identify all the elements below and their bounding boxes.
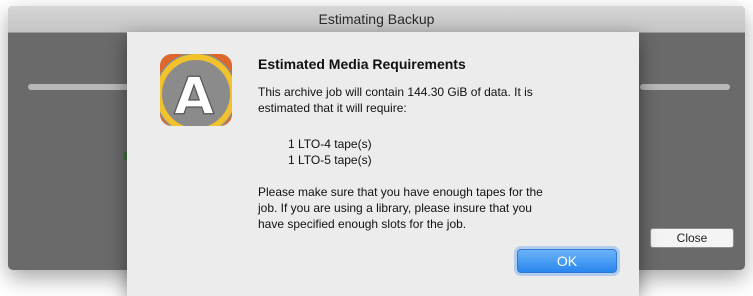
message-line-2: estimated that it will require: (258, 101, 407, 115)
app-icon-letter: A (174, 67, 214, 126)
media-requirements-dialog: A Estimated Media Requirements This arch… (127, 32, 639, 296)
app-icon: A (160, 54, 232, 126)
advice-line-3: have specified enough slots for the job. (258, 217, 467, 231)
window-titlebar[interactable]: Estimating Backup (8, 6, 745, 33)
tape-list: 1 LTO-4 tape(s) 1 LTO-5 tape(s) (288, 136, 372, 168)
progress-bar-left (28, 84, 138, 90)
ok-button[interactable]: OK (517, 249, 617, 273)
close-button[interactable]: Close (650, 228, 734, 248)
tape-item-lto4: 1 LTO-4 tape(s) (288, 137, 372, 151)
tape-item-lto5: 1 LTO-5 tape(s) (288, 153, 372, 167)
advice-line-1: Please make sure that you have enough ta… (258, 185, 543, 199)
dialog-message: This archive job will contain 144.30 GiB… (258, 84, 533, 116)
progress-bar-right (640, 84, 730, 90)
window-title: Estimating Backup (318, 11, 435, 27)
message-line-1: This archive job will contain 144.30 GiB… (258, 85, 533, 99)
dialog-title: Estimated Media Requirements (258, 56, 466, 72)
dialog-advice: Please make sure that you have enough ta… (258, 184, 543, 232)
advice-line-2: job. If you are using a library, please … (258, 201, 532, 215)
screen: Estimating Backup Close A Estimated Medi… (0, 0, 753, 296)
